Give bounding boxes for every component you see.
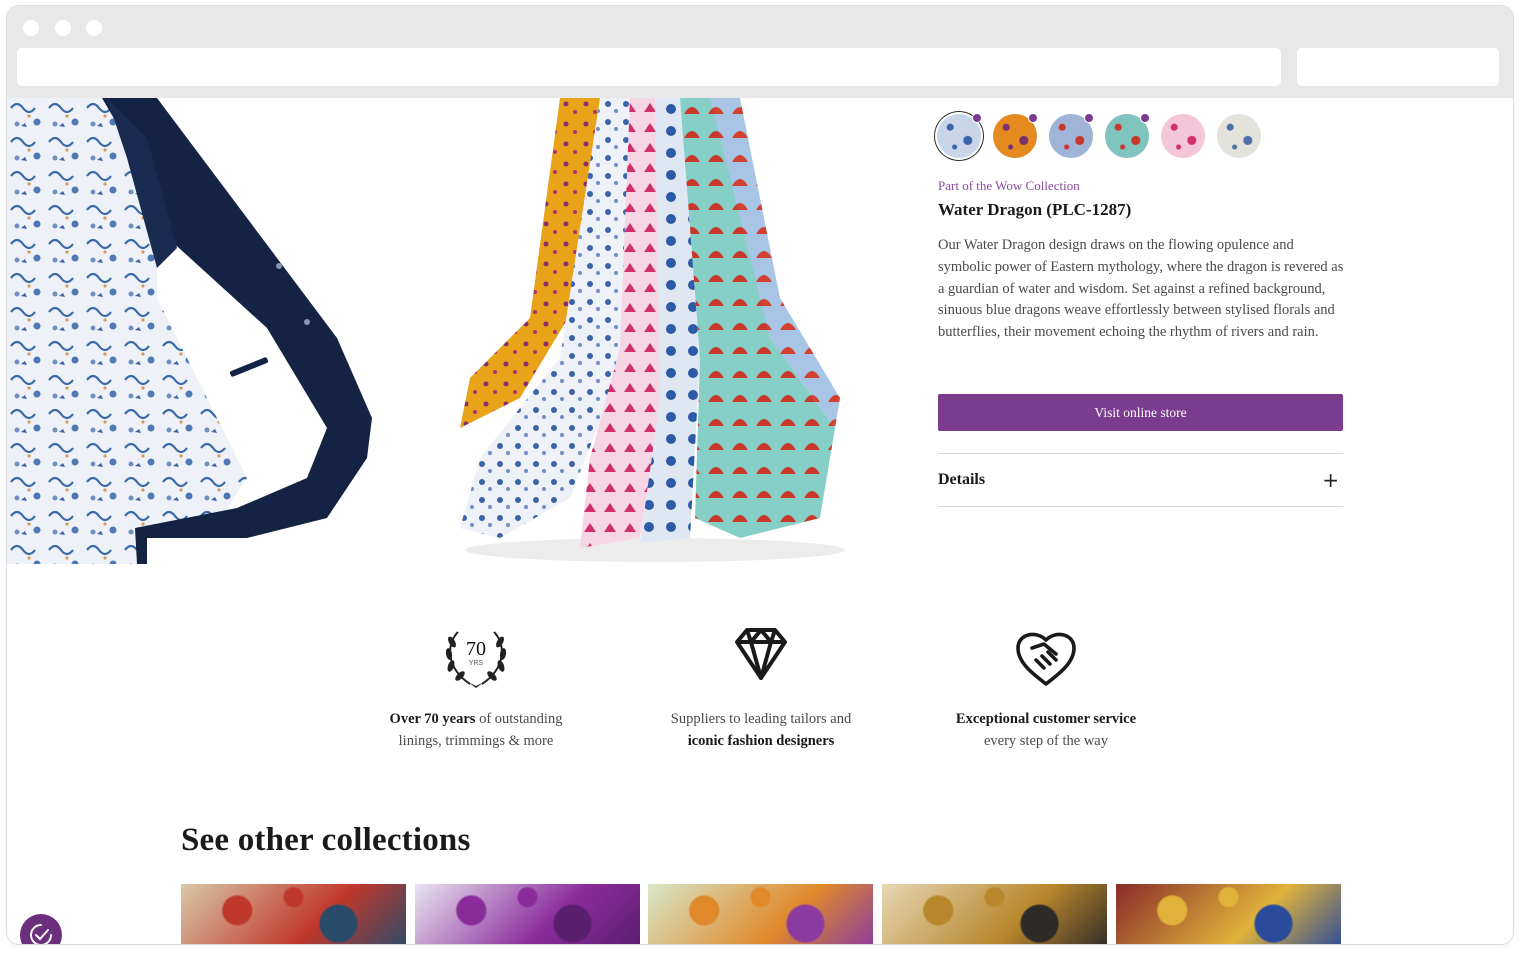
feature-suppliers: Suppliers to leading tailors and iconic …	[641, 620, 881, 752]
browser-search-bar[interactable]	[1297, 48, 1499, 86]
feature-heritage-text: Over 70 years of outstanding linings, tr…	[356, 708, 596, 752]
product-title: Water Dragon (PLC-1287)	[938, 200, 1132, 219]
swatch-pink-toile[interactable]	[1161, 114, 1205, 158]
window-minimize-dot[interactable]	[55, 20, 71, 36]
draped-fabrics-image	[440, 98, 860, 564]
swatch-fans-aqua[interactable]	[1105, 113, 1150, 158]
accessibility-icon	[30, 924, 52, 944]
visit-online-store-button[interactable]: Visit online store	[938, 394, 1343, 431]
collection-butterflies[interactable]	[648, 884, 873, 944]
collection-horse[interactable]	[181, 884, 406, 944]
swatch-orange-pattern[interactable]	[993, 113, 1038, 158]
product-description: Our Water Dragon design draws on the flo…	[938, 237, 1344, 341]
feature-heritage-rest: of outstanding	[475, 711, 563, 727]
browser-window: Part of the Wow Collection Water Dragon …	[7, 6, 1513, 944]
window-close-dot[interactable]	[23, 20, 39, 36]
feature-heritage: 70 YRS Over 70 years of outstanding lini…	[356, 620, 596, 752]
feature-service-text: Exceptional customer service every step …	[926, 708, 1166, 752]
feature-suppliers-line1: Suppliers to leading tailors and	[670, 711, 852, 727]
laurel-70-years-icon: 70 YRS	[445, 631, 507, 688]
feature-service: Exceptional customer service every step …	[926, 620, 1166, 752]
other-collections-heading: See other collections	[181, 822, 471, 858]
swatch-blue-floral[interactable]	[1217, 114, 1261, 158]
accessibility-button[interactable]	[20, 914, 62, 944]
handshake-icon	[1016, 632, 1076, 686]
jacket-lining-image	[7, 98, 426, 564]
swatch-badge	[1140, 113, 1150, 123]
feature-service-bold: Exceptional customer service	[955, 711, 1137, 727]
heritage-badge-unit: YRS	[469, 660, 484, 667]
browser-chrome	[7, 6, 1513, 98]
swatch-badge	[1028, 113, 1038, 123]
address-bar[interactable]	[17, 48, 1281, 86]
feature-service-line2: every step of the way	[983, 733, 1108, 749]
window-maximize-dot[interactable]	[86, 20, 102, 36]
details-label: Details	[938, 471, 986, 488]
swatch-fans-blue[interactable]	[1049, 113, 1094, 158]
heritage-badge-number: 70	[466, 638, 486, 660]
feature-suppliers-bold: iconic fashion designers	[687, 733, 835, 749]
collection-paisley[interactable]	[1116, 884, 1341, 944]
swatch-badge	[972, 113, 982, 123]
feature-heritage-bold: Over 70 years	[389, 711, 476, 727]
collection-safari-gold[interactable]	[882, 884, 1107, 944]
details-accordion[interactable]: Details +	[938, 453, 1343, 507]
diamond-icon	[735, 628, 787, 680]
swatch-water-dragon[interactable]	[937, 113, 982, 158]
feature-heritage-line2: linings, trimmings & more	[398, 733, 554, 749]
page-content: Part of the Wow Collection Water Dragon …	[7, 98, 1513, 944]
feature-suppliers-text: Suppliers to leading tailors and iconic …	[641, 708, 881, 752]
plus-icon[interactable]: +	[1322, 470, 1339, 490]
collection-link[interactable]: Part of the Wow Collection	[938, 178, 1080, 194]
collection-purple-jungle[interactable]	[415, 884, 640, 944]
swatch-badge	[1084, 113, 1094, 123]
